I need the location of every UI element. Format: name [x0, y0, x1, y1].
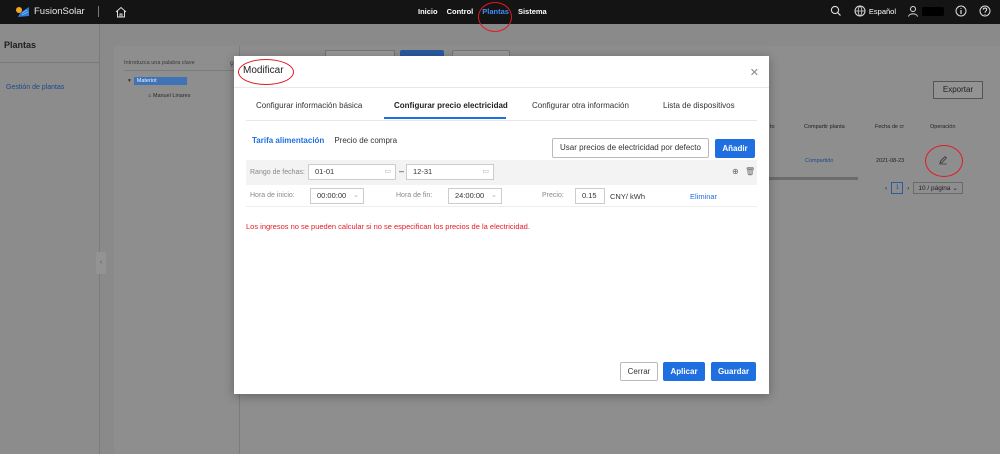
- chevron-down-icon: ⌄: [353, 192, 359, 199]
- sidebar-title: Plantas: [4, 40, 37, 50]
- info-icon[interactable]: [954, 4, 968, 18]
- nav-inicio[interactable]: Inicio: [418, 7, 438, 16]
- tree-search-placeholder: Introduzca una palabra clave: [124, 60, 195, 66]
- calendar-icon: ▭: [384, 168, 391, 175]
- plant-icon: ⌂: [148, 93, 152, 99]
- start-time-label: Hora de inicio:: [250, 192, 295, 199]
- sidebar-divider: [0, 62, 100, 63]
- column-header-partial: to: [770, 124, 775, 130]
- nav-control[interactable]: Control: [447, 7, 474, 16]
- price-row-divider: [246, 206, 757, 207]
- dialog-tabs: Configurar información básica Configurar…: [234, 101, 769, 121]
- next-page-icon[interactable]: ›: [907, 185, 909, 192]
- tab-precio-electricidad[interactable]: Configurar precio electricidad: [394, 101, 508, 110]
- home-icon[interactable]: [114, 5, 128, 19]
- tab-otra-informacion[interactable]: Configurar otra información: [532, 101, 629, 110]
- start-time-select[interactable]: 00:00:00 ⌄: [310, 188, 364, 204]
- logo[interactable]: FusionSolar: [14, 4, 85, 18]
- use-default-prices-button[interactable]: Usar precios de electricidad por defecto: [552, 138, 709, 158]
- add-button[interactable]: Añadir: [715, 139, 755, 158]
- language-selector[interactable]: Español: [853, 4, 896, 18]
- warning-message: Los ingresos no se pueden calcular si no…: [246, 222, 530, 231]
- price-unit: CNY/ kWh: [610, 192, 646, 201]
- user-menu[interactable]: [906, 4, 944, 18]
- tree-root-node[interactable]: ▾ Materiot: [128, 77, 187, 85]
- active-tab-indicator: [384, 117, 506, 119]
- column-header-compartir: Compartir planta: [804, 124, 845, 130]
- calendar-icon: ▭: [482, 168, 489, 175]
- price-value: 0.15: [582, 191, 597, 200]
- tree-child-node[interactable]: ⌂ Manuel Linares: [148, 93, 190, 99]
- end-time-value: 24:00:00: [455, 191, 485, 200]
- sidebar: Plantas Gestión de plantas: [0, 24, 100, 454]
- cell-compartido[interactable]: Compartido: [805, 158, 833, 164]
- tab-lista-dispositivos[interactable]: Lista de dispositivos: [663, 101, 735, 110]
- pagination: ‹ 1 › 10 / página ⌄: [885, 182, 963, 194]
- dialog-header-divider: [234, 87, 769, 88]
- tabs-divider: [246, 120, 757, 121]
- cell-fecha: 2021-08-23: [876, 158, 905, 164]
- help-icon[interactable]: [978, 4, 992, 18]
- end-time-label: Hora de fin:: [396, 192, 433, 199]
- annotation-circle-edit: [925, 145, 963, 177]
- user-icon: [908, 6, 918, 17]
- search-icon[interactable]: [829, 4, 843, 18]
- end-date-input[interactable]: 12-31 ▭: [406, 164, 494, 180]
- column-header-operacion: Operación: [930, 124, 956, 130]
- close-button[interactable]: Cerrar: [620, 362, 658, 381]
- nav-sistema[interactable]: Sistema: [518, 7, 547, 16]
- price-subtabs: Tarifa alimentación Precio de compra: [252, 136, 397, 145]
- annotation-circle-nav: [478, 2, 512, 32]
- price-input[interactable]: 0.15: [575, 188, 605, 204]
- topbar-right-tools: Español: [829, 4, 992, 18]
- tab-informacion-basica[interactable]: Configurar información básica: [256, 101, 362, 110]
- plant-tree-panel: [114, 46, 240, 454]
- tree-search-input[interactable]: Introduzca una palabra clave ⚲: [124, 60, 234, 71]
- tree-root-label: Materiot: [133, 77, 187, 85]
- column-header-fecha: Fecha de cr: [875, 124, 905, 130]
- tree-child-label: Manuel Linares: [152, 93, 191, 99]
- sidebar-item-gestion-plantas[interactable]: Gestión de plantas: [6, 84, 64, 91]
- start-time-value: 00:00:00: [317, 191, 347, 200]
- annotation-circle-title: [238, 59, 294, 85]
- delete-trash-icon[interactable]: 🗑: [745, 167, 755, 176]
- expand-arrow-icon: ▾: [128, 78, 131, 84]
- apply-button[interactable]: Aplicar: [663, 362, 705, 381]
- date-range-row: Rango de fechas: 01-01 ▭ – 12-31 ▭ ⊕ 🗑: [246, 160, 757, 185]
- price-label: Precio:: [542, 192, 564, 199]
- delete-link[interactable]: Eliminar: [690, 192, 717, 201]
- prev-page-icon[interactable]: ‹: [885, 185, 887, 192]
- redacted-username: [922, 6, 944, 16]
- subtab-precio-compra[interactable]: Precio de compra: [334, 136, 397, 145]
- chevron-down-icon: ⌄: [491, 192, 497, 199]
- start-date-input[interactable]: 01-01 ▭: [308, 164, 396, 180]
- language-label: Español: [868, 6, 896, 16]
- add-circle-icon[interactable]: ⊕: [732, 167, 739, 176]
- close-icon[interactable]: ✕: [750, 66, 759, 79]
- start-date-value: 01-01: [315, 167, 335, 176]
- date-range-label: Rango de fechas:: [250, 169, 305, 176]
- page-size-label: 10 / página: [918, 185, 951, 192]
- end-time-select[interactable]: 24:00:00 ⌄: [448, 188, 502, 204]
- page-number[interactable]: 1: [891, 182, 904, 194]
- sidebar-collapse-handle[interactable]: ‹: [96, 252, 106, 274]
- logo-text: FusionSolar: [34, 5, 85, 17]
- end-date-value: 12-31: [413, 167, 433, 176]
- save-button[interactable]: Guardar: [711, 362, 756, 381]
- table-scrollbar[interactable]: [756, 177, 858, 180]
- export-button[interactable]: Exportar: [933, 81, 983, 99]
- range-separator: –: [399, 166, 405, 176]
- globe-icon: [854, 5, 866, 17]
- page-size-select[interactable]: 10 / página ⌄: [913, 182, 963, 194]
- modify-dialog: Modificar ✕ Configurar información básic…: [234, 56, 769, 394]
- topbar-divider: [98, 6, 99, 17]
- fusionsolar-logo-icon: [16, 7, 29, 17]
- top-navigation-bar: FusionSolar Inicio Control Plantas Siste…: [0, 0, 1000, 32]
- subtab-tarifa-alimentacion[interactable]: Tarifa alimentación: [252, 136, 324, 145]
